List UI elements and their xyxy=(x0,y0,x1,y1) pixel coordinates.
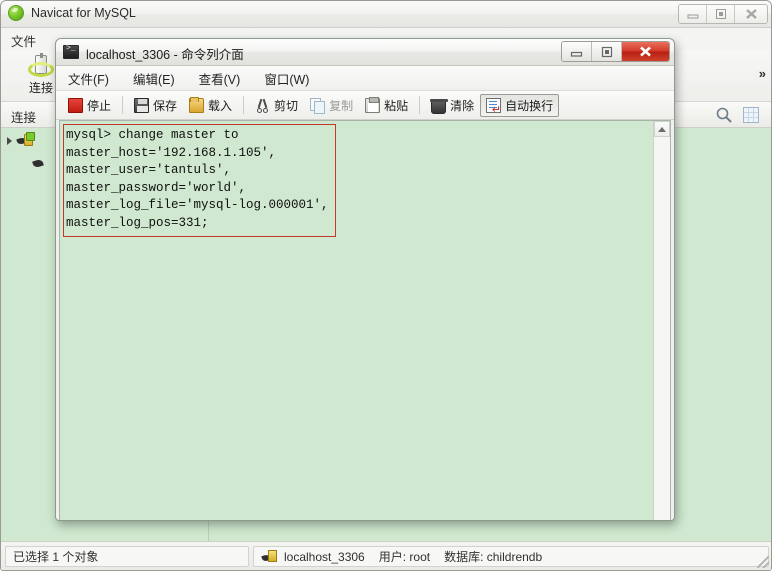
menu-file[interactable]: 文件(F) xyxy=(64,67,113,90)
cmd-minimize-button[interactable] xyxy=(562,42,592,61)
window-resize-grip[interactable] xyxy=(757,556,769,568)
status-selection-text: 已选择 1 个对象 xyxy=(13,550,99,564)
command-window-buttons xyxy=(561,41,670,62)
main-window-titlebar[interactable]: Navicat for MySQL xyxy=(1,1,771,28)
connections-panel-title: 连接 xyxy=(11,111,37,125)
toolbar-separator xyxy=(122,96,124,114)
close-button[interactable] xyxy=(735,5,767,23)
save-button[interactable]: 保存 xyxy=(128,94,183,117)
status-connection-cell: localhost_3306 用户: root 数据库: childrendb xyxy=(253,546,769,567)
grid-icon[interactable] xyxy=(743,107,759,123)
menu-edit[interactable]: 编辑(E) xyxy=(129,67,179,90)
cut-button-label: 剪切 xyxy=(274,98,299,113)
sql-statement-text: mysql> change master to master_host='192… xyxy=(66,128,329,230)
load-button-label: 载入 xyxy=(208,98,233,113)
status-connection-name: localhost_3306 xyxy=(284,549,365,564)
stop-icon xyxy=(68,97,83,113)
console-vertical-scrollbar[interactable] xyxy=(653,121,670,520)
server-connection-icon xyxy=(16,132,35,149)
maximize-icon xyxy=(715,9,726,19)
command-window-title: localhost_3306 - 命令列介面 xyxy=(86,48,244,62)
clear-button[interactable]: 清除 xyxy=(425,94,480,117)
copy-button[interactable]: 复制 xyxy=(304,94,359,117)
main-window-buttons xyxy=(678,4,768,24)
sql-statement-highlight: mysql> change master to master_host='192… xyxy=(63,124,336,237)
server-connection-icon xyxy=(261,549,278,564)
paste-button[interactable]: 粘贴 xyxy=(359,94,414,117)
copy-icon xyxy=(310,97,326,114)
word-wrap-label: 自动换行 xyxy=(505,98,554,113)
clear-button-label: 清除 xyxy=(450,98,475,113)
close-icon xyxy=(640,46,651,57)
command-window-titlebar[interactable]: localhost_3306 - 命令列介面 xyxy=(56,39,674,66)
database-leaf-icon xyxy=(32,158,44,168)
console-output[interactable]: mysql> change master to master_host='192… xyxy=(60,121,653,520)
scroll-up-button[interactable] xyxy=(654,121,670,137)
cmd-restore-button[interactable] xyxy=(592,42,622,61)
load-button[interactable]: 载入 xyxy=(183,94,238,117)
copy-button-label: 复制 xyxy=(329,98,354,113)
console-icon xyxy=(63,44,79,59)
stop-button-label: 停止 xyxy=(87,98,112,113)
minimize-icon xyxy=(687,14,698,19)
chevron-right-icon[interactable] xyxy=(7,137,12,145)
menu-view[interactable]: 查看(V) xyxy=(195,67,245,90)
status-selection-cell: 已选择 1 个对象 xyxy=(5,546,249,567)
command-line-window: localhost_3306 - 命令列介面 文件(F) 编辑(E) xyxy=(55,38,675,521)
console-container: mysql> change master to master_host='192… xyxy=(59,120,671,520)
trash-clear-icon xyxy=(430,99,449,114)
status-user: 用户: root xyxy=(378,550,431,564)
command-window-menubar: 文件(F) 编辑(E) 查看(V) 窗口(W) xyxy=(56,66,674,91)
status-database: 数据库: childrendb xyxy=(444,550,543,564)
toolbar-overflow-button[interactable]: » xyxy=(759,66,766,81)
command-window-toolbar: 停止 保存 载入 剪切 复制 粘贴 清除 自动换 xyxy=(56,91,674,120)
navicat-logo-icon xyxy=(8,5,26,23)
search-icon[interactable] xyxy=(715,106,733,127)
menu-window[interactable]: 窗口(W) xyxy=(260,67,313,90)
main-menu-file[interactable]: 文件 xyxy=(11,31,36,50)
connect-button-label: 连接 xyxy=(28,81,53,95)
maximize-button[interactable] xyxy=(707,5,735,23)
main-window-title: Navicat for MySQL xyxy=(31,6,136,20)
word-wrap-toggle[interactable]: 自动换行 xyxy=(480,93,560,117)
toolbar-separator xyxy=(243,96,245,114)
cut-button[interactable]: 剪切 xyxy=(249,94,304,117)
toolbar-separator xyxy=(419,96,421,114)
scroll-up-icon xyxy=(658,126,666,132)
save-icon xyxy=(134,97,150,113)
cmd-close-button[interactable] xyxy=(622,42,669,61)
load-folder-icon xyxy=(189,96,205,113)
restore-icon xyxy=(601,46,612,57)
main-statusbar: 已选择 1 个对象 localhost_3306 用户: root 数据库: c… xyxy=(1,541,771,570)
minimize-button[interactable] xyxy=(679,5,707,23)
paste-clipboard-icon xyxy=(365,96,381,113)
stop-button[interactable]: 停止 xyxy=(62,94,117,117)
close-icon xyxy=(745,9,757,19)
minimize-icon xyxy=(570,51,583,57)
connection-plug-icon xyxy=(28,53,54,80)
cut-scissors-icon xyxy=(255,98,270,113)
word-wrap-icon xyxy=(486,97,502,116)
paste-button-label: 粘贴 xyxy=(384,98,409,113)
save-button-label: 保存 xyxy=(153,98,178,113)
